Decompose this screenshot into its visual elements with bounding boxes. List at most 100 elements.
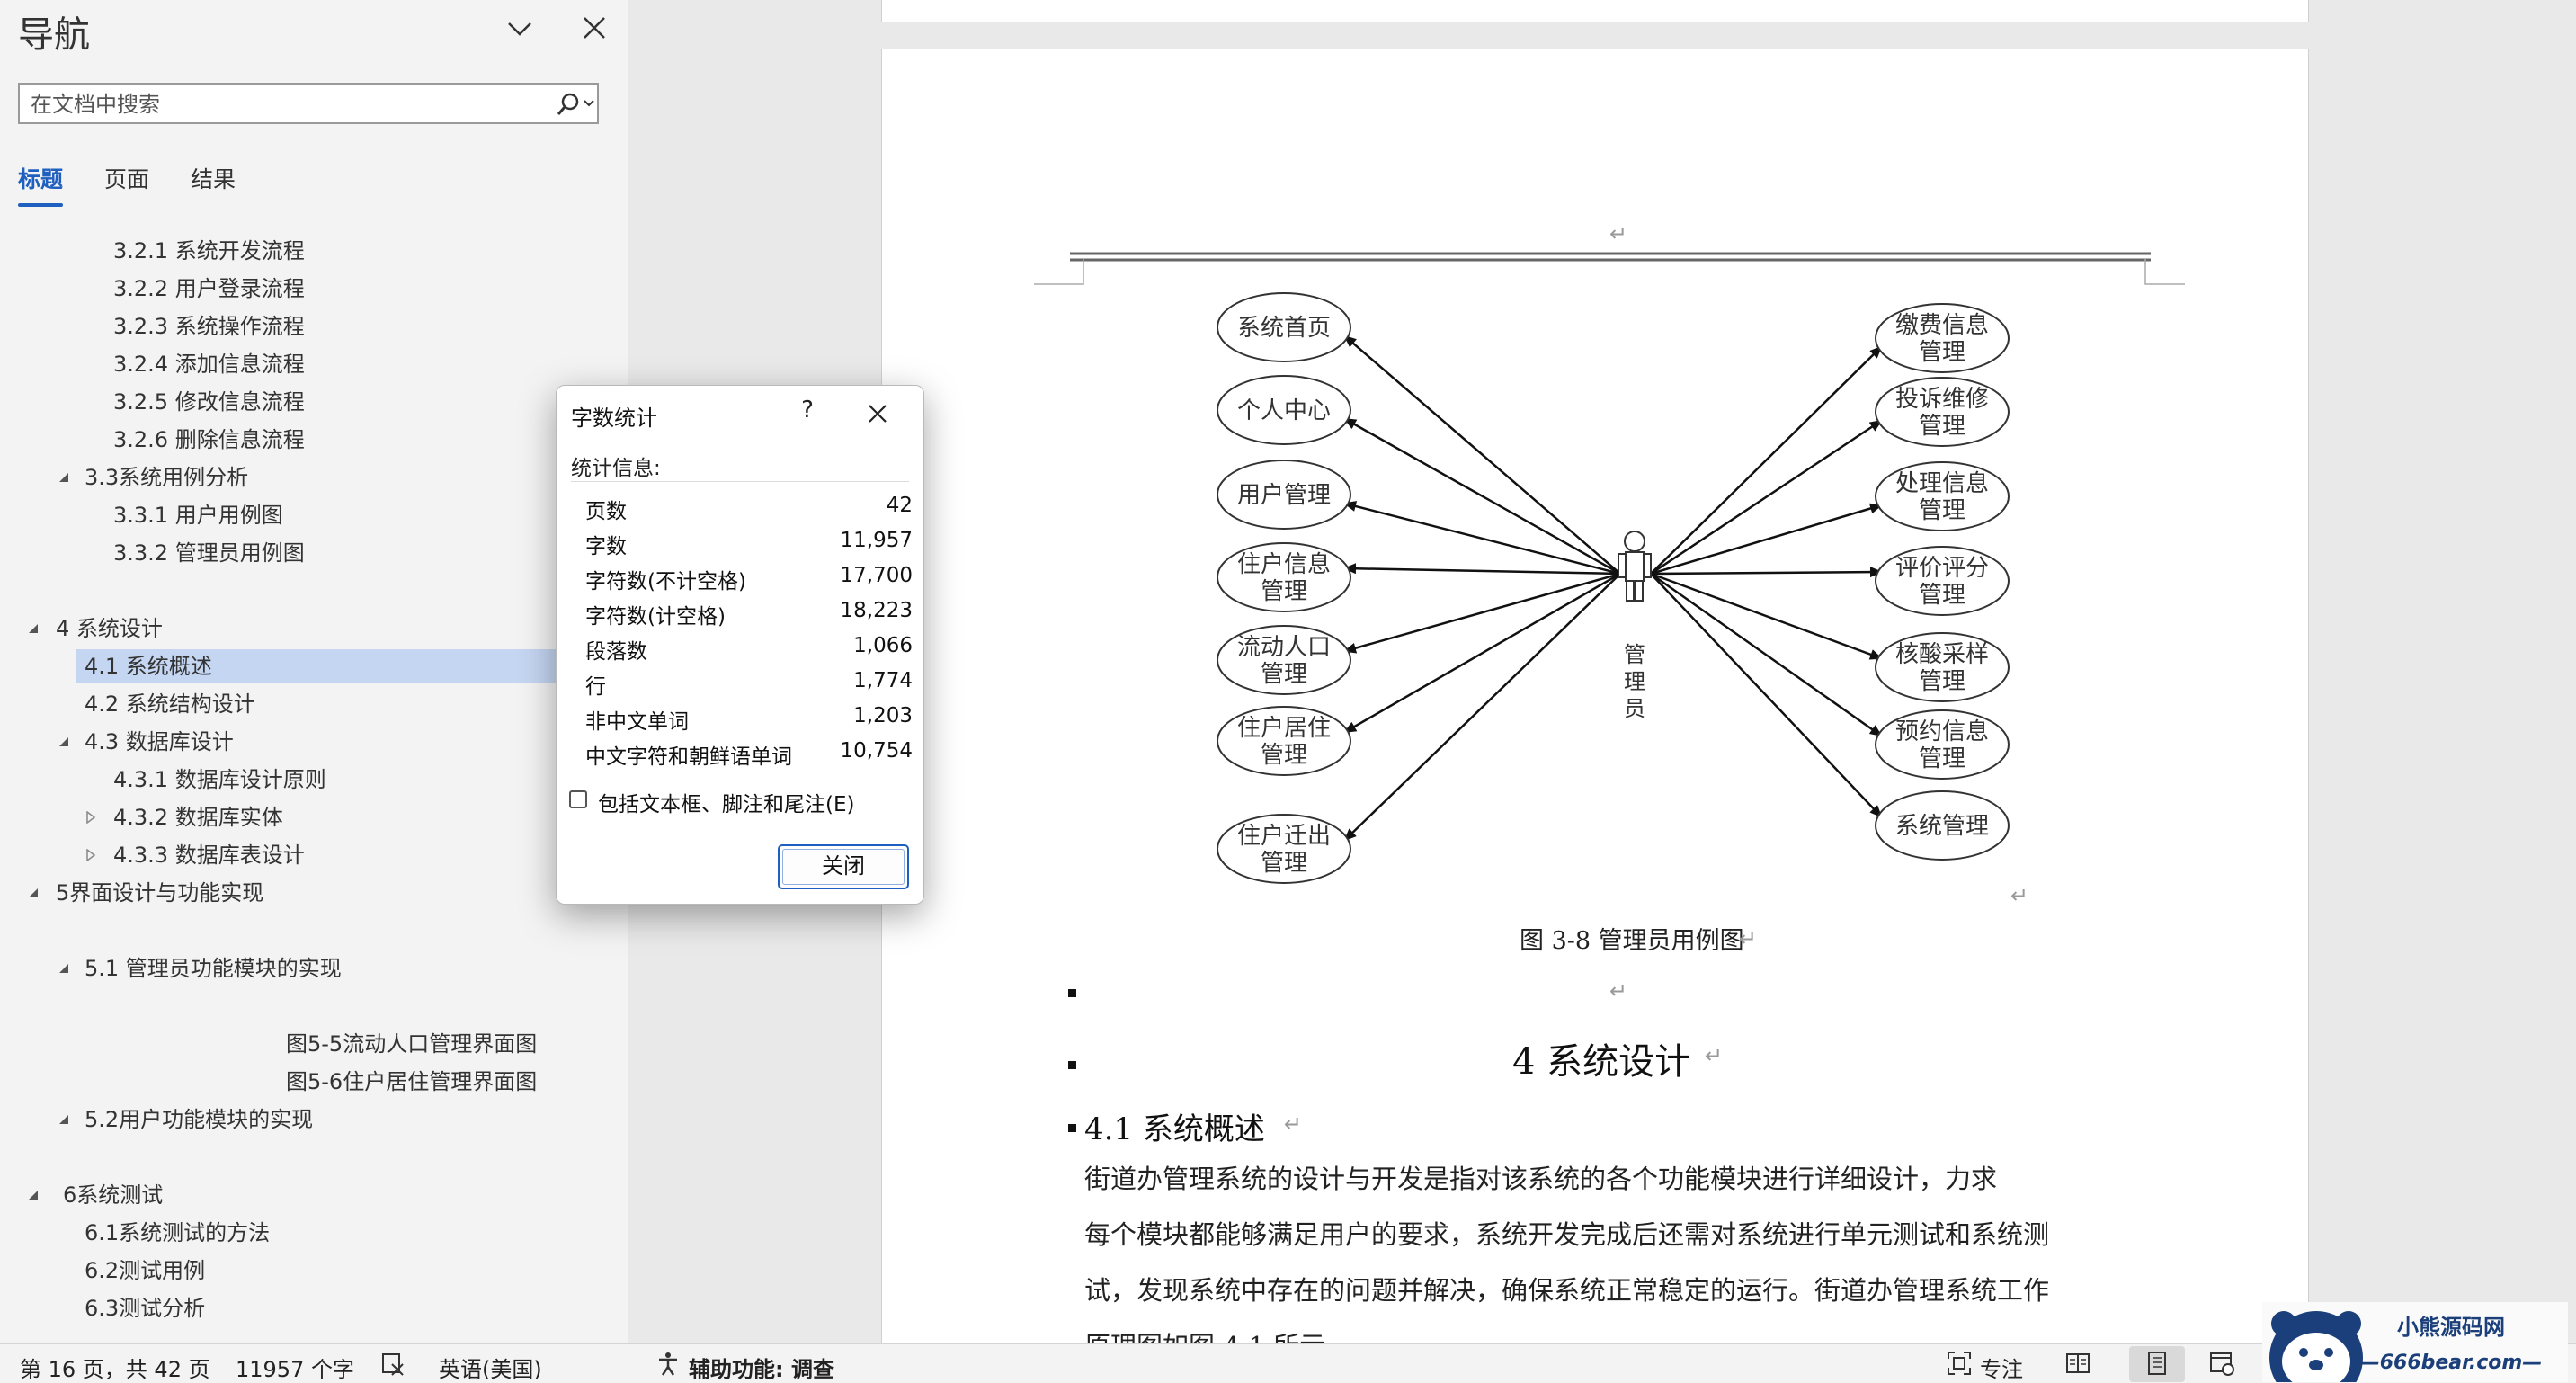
paragraph-mark: ↵ xyxy=(1609,221,1628,246)
collapsed-arrow-icon[interactable] xyxy=(85,811,97,824)
outline-item[interactable]: 4 系统设计 xyxy=(56,611,163,646)
outline-item[interactable]: 5界面设计与功能实现 xyxy=(56,876,263,910)
close-icon[interactable] xyxy=(579,13,610,43)
stat-label: 行 xyxy=(585,675,606,699)
outline-item[interactable]: 3.2.1 系统开发流程 xyxy=(113,234,305,268)
read-mode-icon[interactable] xyxy=(2064,1350,2091,1377)
search-box[interactable] xyxy=(18,83,599,124)
collapsed-arrow-icon[interactable] xyxy=(85,849,97,861)
outline-item[interactable]: 3.2.4 添加信息流程 xyxy=(113,347,305,381)
left-use-case-node: 系统首页 xyxy=(1217,292,1351,362)
use-case-label: 缴费信息 xyxy=(1895,312,1989,339)
outline-item[interactable]: 4.3.1 数据库设计原则 xyxy=(113,763,326,797)
outline-item[interactable]: 6.1系统测试的方法 xyxy=(85,1216,270,1250)
expanded-arrow-icon[interactable] xyxy=(58,736,70,748)
expanded-arrow-icon[interactable] xyxy=(27,622,40,635)
nav-title: 导航 xyxy=(18,14,90,56)
use-case-label: 预约信息 xyxy=(1895,718,1989,745)
association-arrow xyxy=(1343,573,1621,842)
outline-item[interactable]: 4.3.3 数据库表设计 xyxy=(113,838,305,872)
outline-item[interactable]: 3.3系统用例分析 xyxy=(85,460,248,495)
outline-item[interactable]: 3.3.1 用户用例图 xyxy=(113,498,283,532)
left-use-case-node: 流动人口管理 xyxy=(1217,625,1351,695)
search-input[interactable] xyxy=(29,88,545,120)
page-indicator[interactable]: 第 16 页，共 42 页 xyxy=(20,1352,210,1383)
tab-headings[interactable]: 标题 xyxy=(18,162,63,194)
focus-icon[interactable] xyxy=(1946,1350,1973,1377)
outline-item[interactable]: 3.2.6 删除信息流程 xyxy=(113,423,305,457)
bullet-marker xyxy=(1068,1061,1076,1069)
chapter-heading: 4 系统设计 xyxy=(1512,1041,1691,1083)
help-button[interactable]: ? xyxy=(794,397,821,424)
outline-item[interactable]: 3.2.2 用户登录流程 xyxy=(113,272,305,306)
stat-label: 字数 xyxy=(585,535,627,558)
outline-item[interactable]: 5.1 管理员功能模块的实现 xyxy=(85,951,342,986)
expanded-arrow-icon[interactable] xyxy=(58,962,70,975)
stat-value: 1,066 xyxy=(853,634,913,657)
language-indicator[interactable]: 英语(美国) xyxy=(439,1352,542,1383)
outline-item[interactable]: 3.3.2 管理员用例图 xyxy=(113,536,305,570)
use-case-label: 管理 xyxy=(1261,661,1307,688)
use-case-label: 住户迁出 xyxy=(1237,823,1331,850)
expanded-arrow-icon[interactable] xyxy=(58,471,70,484)
stat-value: 11,957 xyxy=(840,529,913,552)
bullet-marker xyxy=(1068,989,1076,997)
checkbox-label[interactable]: 包括文本框、脚注和尾注(E) xyxy=(598,787,854,817)
stat-value: 17,700 xyxy=(840,564,913,587)
outline-item[interactable]: 图5-6住户居住管理界面图 xyxy=(286,1065,537,1099)
outline-item[interactable]: 3.2.3 系统操作流程 xyxy=(113,309,305,344)
stats-label: 统计信息: xyxy=(571,457,661,480)
diagram-edges xyxy=(1343,335,1883,842)
outline-item[interactable]: 6系统测试 xyxy=(63,1178,163,1212)
association-arrow xyxy=(1650,567,1883,578)
expanded-arrow-icon[interactable] xyxy=(58,1113,70,1126)
outline-item[interactable]: 图5-5流动人口管理界面图 xyxy=(286,1027,537,1061)
paragraph-mark: ↵ xyxy=(1705,1043,1724,1068)
word-count-indicator[interactable]: 11957 个字 xyxy=(236,1352,354,1383)
actor-label: 管理员 xyxy=(1624,642,1645,721)
outline-item[interactable]: 3.2.5 修改信息流程 xyxy=(113,385,305,419)
accessibility-icon[interactable] xyxy=(655,1350,682,1377)
use-case-label: 管理 xyxy=(1261,742,1307,769)
right-use-case-node: 缴费信息管理 xyxy=(1875,303,2010,373)
outline-item[interactable]: 4.3 数据库设计 xyxy=(85,725,234,759)
outline-item[interactable]: 4.2 系统结构设计 xyxy=(85,687,255,721)
association-arrow xyxy=(1650,419,1883,576)
tab-results[interactable]: 结果 xyxy=(191,162,236,194)
tab-pages[interactable]: 页面 xyxy=(104,162,149,194)
navigation-pane: 导航 标题 页面 结果 3.2.1 系统开发流程 3.2.2 用户登录流程 3.… xyxy=(0,0,628,1343)
use-case-label: 用户管理 xyxy=(1237,482,1331,509)
outline-item[interactable]: 4.3.2 数据库实体 xyxy=(113,800,283,834)
right-use-case-node: 预约信息管理 xyxy=(1875,709,2010,780)
web-layout-icon[interactable] xyxy=(2208,1350,2235,1377)
chevron-down-icon[interactable] xyxy=(504,13,536,45)
print-layout-icon[interactable] xyxy=(2144,1350,2170,1377)
use-case-label: 核酸采样 xyxy=(1895,641,1989,668)
use-case-label: 管理 xyxy=(1919,339,1965,366)
close-icon[interactable] xyxy=(862,398,893,429)
expanded-arrow-icon[interactable] xyxy=(27,1189,40,1201)
left-use-case-node: 个人中心 xyxy=(1217,375,1351,445)
stat-label: 非中文单词 xyxy=(585,710,689,734)
use-case-label: 管理 xyxy=(1919,582,1965,609)
actor-icon xyxy=(1618,531,1652,602)
accessibility-status[interactable]: 辅助功能: 调查 xyxy=(689,1352,834,1383)
use-case-label: 系统管理 xyxy=(1895,813,1989,840)
include-textbox-checkbox[interactable] xyxy=(569,790,587,808)
body-paragraph-line: 原理图如图 4-1 所示。 xyxy=(1084,1325,1351,1343)
watermark-name: 小熊源码网 xyxy=(2397,1315,2505,1340)
paragraph-mark: ↵ xyxy=(2010,883,2029,908)
search-icon[interactable] xyxy=(554,90,597,119)
stat-value: 18,223 xyxy=(840,599,913,622)
focus-mode-label[interactable]: 专注 xyxy=(1980,1352,2023,1383)
proofing-icon[interactable] xyxy=(379,1350,406,1377)
word-count-dialog[interactable]: 字数统计 ? 统计信息: 页数 42 字数 11,957 字符数(不计空格) 1… xyxy=(556,385,924,905)
outline-item[interactable]: 6.2测试用例 xyxy=(85,1254,205,1288)
stat-label: 中文字符和朝鲜语单词 xyxy=(585,745,792,769)
expanded-arrow-icon[interactable] xyxy=(27,887,40,899)
outline-item[interactable]: 5.2用户功能模块的实现 xyxy=(85,1102,313,1137)
close-button[interactable]: 关闭 xyxy=(778,844,909,889)
outline-item[interactable]: 6.3测试分析 xyxy=(85,1291,205,1325)
outline-item-selected[interactable]: 4.1 系统概述 xyxy=(76,649,557,683)
association-arrow xyxy=(1650,572,1883,737)
